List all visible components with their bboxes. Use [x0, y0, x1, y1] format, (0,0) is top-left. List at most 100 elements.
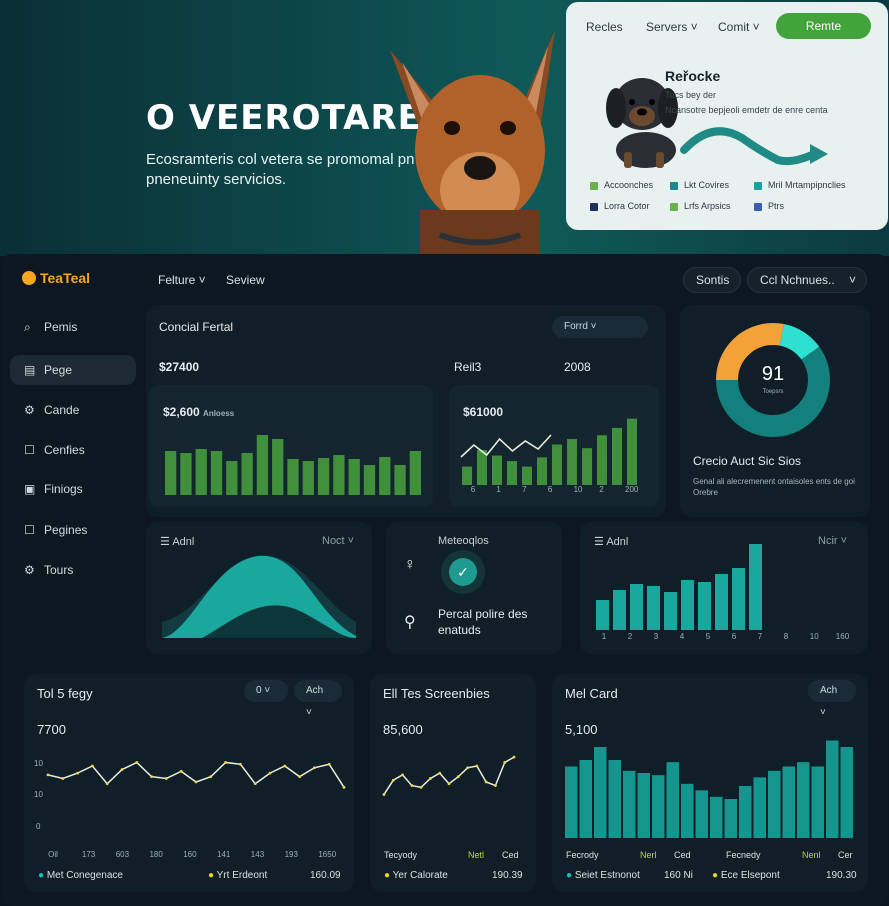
x-tick: 141 [217, 850, 231, 859]
x-tick: 200 [625, 485, 639, 494]
bar [797, 762, 810, 838]
bar [630, 584, 643, 630]
legend-swatch [590, 202, 598, 211]
nav-feature[interactable]: Felture ˅ [158, 273, 206, 287]
x-tick: 160 [183, 850, 197, 859]
x-tick: 6 [731, 632, 737, 641]
bar [409, 451, 421, 495]
data-point [429, 777, 432, 780]
x-tick: 10 [809, 632, 819, 641]
bar [348, 459, 360, 495]
nav-review[interactable]: Seview [226, 273, 265, 287]
methodology-panel: Meteoqlos ✓ ♀ ⚲ Percal polire des enatud… [386, 522, 562, 654]
top-info-card: Recles Servers ˅ Comit ˅ Remte Reřocke T… [566, 2, 888, 230]
data-point [179, 769, 183, 773]
panel-title: Concial Fertal [159, 320, 234, 334]
bar [826, 740, 839, 838]
data-point [91, 764, 94, 768]
card-title: Reřocke [665, 68, 721, 84]
sidebar-item-label: Cande [44, 403, 80, 417]
sidebar-item-tours[interactable]: ⚙ Tours [10, 555, 136, 585]
app-logo[interactable]: TeaTeal [22, 270, 90, 286]
bar-line-chart-box: $61000 6 1 7 6 10 2 200 [449, 385, 659, 507]
check-icon[interactable]: ✓ [441, 550, 485, 594]
donut-center-label: Toepsrs [762, 389, 784, 395]
data-point [410, 784, 414, 787]
bar [652, 775, 665, 838]
bars-panel: ☰ Adnl Ncir ˅ 1 2 3 4 5 6 7 8 10 160 [580, 522, 868, 654]
sidebar-item-label: Pemis [44, 320, 78, 334]
bar [522, 466, 532, 485]
legend-swatch [754, 181, 762, 190]
bar [226, 461, 238, 495]
x-tick: 2 [627, 632, 633, 641]
account-dropdown[interactable]: Ccl Nchnues.. ˅ [747, 267, 867, 293]
data-point [503, 761, 507, 764]
bar [739, 786, 752, 838]
footer-value: 160.09 [310, 870, 341, 881]
data-point [253, 782, 257, 786]
chart-legend: Fecrody Nerl Ced Fecnedy Nenl Cer [566, 850, 853, 860]
legend-swatch [670, 202, 678, 211]
bar [608, 760, 621, 838]
cta-button[interactable]: Remte [776, 13, 871, 39]
bar-line-chart [460, 418, 637, 485]
data-point [61, 777, 65, 780]
settings-pill[interactable]: Sontis [683, 267, 741, 293]
bar [666, 762, 679, 838]
bar [715, 574, 728, 630]
period-select[interactable]: Ach ˅ [808, 680, 856, 718]
data-point [382, 793, 386, 796]
data-point [239, 762, 242, 766]
sidebar-item-label: Finiogs [44, 482, 83, 496]
bar [597, 435, 607, 485]
bar [256, 435, 269, 495]
x-tick: 4 [679, 632, 685, 641]
period-select[interactable]: Noct ˅ [322, 535, 354, 547]
chart-legend: Tecyody Netl Ced [384, 850, 519, 860]
data-point [150, 775, 153, 779]
legend-item: Lkt Covires [670, 180, 729, 190]
x-tick: 6 [547, 485, 553, 494]
period-select[interactable]: Forrd ˅ [552, 316, 648, 338]
line-chart-1 [46, 761, 346, 789]
y-tick: 0 [36, 822, 41, 831]
logo-icon [22, 271, 36, 285]
nav-recles[interactable]: Recles [586, 20, 623, 34]
legend-swatch [754, 202, 762, 211]
sidebar-item-finiogs[interactable]: ▣ Finiogs [10, 474, 136, 504]
bar [379, 457, 391, 495]
bar [241, 453, 253, 495]
footer-legend: ● Yer Calorate [384, 870, 448, 881]
sidebar-item-pege[interactable]: ▤ Pege [10, 355, 136, 385]
data-point [268, 771, 272, 775]
sidebar-item-label: Pegines [44, 523, 88, 537]
sidebar-item-cenfies[interactable]: ☐ Cenfies [10, 435, 136, 465]
bar [180, 453, 192, 495]
nav-comit[interactable]: Comit ˅ [718, 20, 760, 34]
data-point [419, 785, 423, 789]
bar [749, 544, 762, 630]
filter-select[interactable]: 0 ˅ [244, 680, 288, 702]
x-tick: 193 [284, 850, 298, 859]
stat-value: 85,600 [383, 722, 423, 737]
legend-swatch [670, 181, 678, 190]
legend-item: Ptrs [754, 201, 784, 211]
sidebar-item-pemis[interactable]: ⌕ Pemis [10, 312, 136, 342]
line-chart-2 [382, 755, 516, 796]
footer-legend: ● Yrt Erdeont [208, 870, 268, 881]
hero-banner: O VEEROTARE Ecosramteris col vetera se p… [0, 0, 889, 256]
legend-item: Lorra Cotor [590, 201, 650, 211]
sidebar-item-pegines[interactable]: ☐ Pegines [10, 515, 136, 545]
bar [287, 459, 299, 495]
bar [210, 451, 223, 495]
nav-servers[interactable]: Servers ˅ [646, 20, 698, 34]
period-select[interactable]: Ach ˅ [294, 680, 342, 718]
bar [637, 773, 650, 838]
sidebar-item-label: Pege [44, 363, 73, 377]
data-point [494, 784, 497, 787]
bar [753, 777, 766, 838]
sidebar-item-cande[interactable]: ⚙ Cande [10, 395, 136, 425]
data-point [456, 775, 460, 779]
sidebar-item-label: Cenfies [44, 443, 85, 457]
